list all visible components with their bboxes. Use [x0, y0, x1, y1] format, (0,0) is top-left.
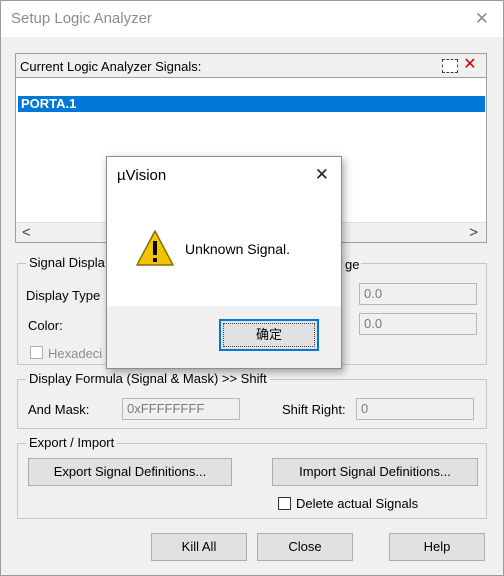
- uvision-message-box: µVision ✕ Unknown Signal. 确定: [106, 156, 342, 369]
- shift-right-label: Shift Right:: [282, 402, 346, 417]
- scroll-left-icon[interactable]: <: [22, 224, 31, 241]
- scroll-right-icon[interactable]: >: [469, 224, 478, 241]
- and-mask-field[interactable]: 0xFFFFFFFF: [122, 398, 240, 420]
- delete-actual-signals-checkbox[interactable]: [278, 497, 291, 510]
- popup-title: µVision: [117, 167, 167, 184]
- close-button[interactable]: Close: [257, 533, 353, 561]
- color-label: Color:: [28, 318, 63, 333]
- max-value-field[interactable]: 0.0: [359, 283, 477, 305]
- delete-actual-signals-label: Delete actual Signals: [296, 496, 419, 511]
- display-formula-group: Display Formula (Signal & Mask) >> Shift…: [17, 371, 487, 429]
- ok-button[interactable]: 确定: [219, 319, 319, 351]
- popup-close-icon[interactable]: ✕: [315, 165, 329, 185]
- hexadecimal-checkbox[interactable]: [30, 346, 43, 359]
- popup-message: Unknown Signal.: [185, 241, 291, 257]
- ok-button-label: 确定: [255, 327, 282, 342]
- new-signal-icon[interactable]: [442, 59, 458, 73]
- display-type-label: Display Type: [26, 288, 101, 303]
- and-mask-label: And Mask:: [28, 402, 90, 417]
- range-legend: ge: [343, 257, 362, 272]
- signal-list-item[interactable]: PORTA.1: [18, 96, 485, 112]
- shift-right-field[interactable]: 0: [356, 398, 474, 420]
- window-close-icon[interactable]: ✕: [475, 9, 489, 29]
- kill-all-button[interactable]: Kill All: [151, 533, 247, 561]
- min-value-field[interactable]: 0.0: [359, 313, 477, 335]
- export-signal-definitions-button[interactable]: Export Signal Definitions...: [28, 458, 232, 486]
- signals-header: Current Logic Analyzer Signals: ✕: [16, 54, 486, 78]
- title-bar: Setup Logic Analyzer ✕: [1, 1, 503, 37]
- help-button[interactable]: Help: [389, 533, 485, 561]
- window-title: Setup Logic Analyzer: [11, 10, 152, 27]
- warning-icon: [136, 230, 174, 266]
- signals-caption: Current Logic Analyzer Signals:: [20, 59, 202, 74]
- export-import-legend: Export / Import: [26, 435, 118, 450]
- display-formula-legend: Display Formula (Signal & Mask) >> Shift: [26, 371, 270, 386]
- signal-display-legend: Signal Displa: [26, 255, 108, 270]
- delete-signal-icon[interactable]: ✕: [460, 56, 480, 76]
- import-signal-definitions-button[interactable]: Import Signal Definitions...: [272, 458, 478, 486]
- hexadecimal-label: Hexadeci: [48, 346, 103, 361]
- popup-footer: 确定: [107, 306, 341, 368]
- export-import-group: Export / Import Export Signal Definition…: [17, 435, 487, 519]
